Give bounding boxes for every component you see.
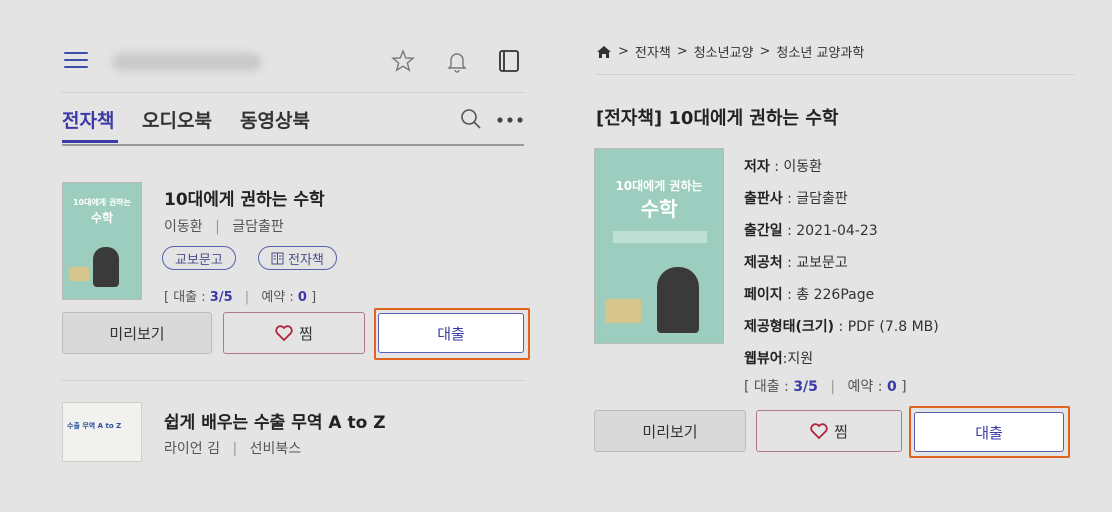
format-badge: 전자책 (258, 246, 337, 270)
preview-button[interactable]: 미리보기 (594, 410, 746, 452)
book-cover-large: 10대에게 권하는 수학 (594, 148, 724, 344)
info-publisher: 출판사 : 글담출판 (744, 191, 848, 207)
cover-object (69, 267, 89, 281)
loan-status: [ 대출 : 3/5 | 예약 : 0 ] (164, 290, 317, 305)
provider-badge: 교보문고 (162, 246, 236, 270)
book-author: 이동환 (164, 219, 203, 235)
search-icon[interactable] (460, 108, 482, 130)
hamburger-icon[interactable] (64, 50, 88, 70)
book-detail-title: [전자책] 10대에게 권하는 수학 (596, 108, 839, 129)
top-bar (46, 40, 534, 86)
meta-separator: | (215, 219, 220, 235)
book-detail-panel: > 전자책 > 청소년교양 > 청소년 교양과학 [전자책] 10대에게 권하는… (578, 0, 1078, 512)
info-pubdate: 출간일 : 2021-04-23 (744, 223, 878, 239)
meta-separator: | (232, 441, 238, 457)
book-icon[interactable] (496, 48, 522, 74)
star-icon[interactable] (390, 48, 416, 74)
preview-button[interactable]: 미리보기 (62, 312, 212, 354)
cover-figure (657, 267, 699, 333)
more-icon[interactable] (496, 116, 524, 124)
breadcrumb-divider (596, 74, 1074, 75)
info-format: 제공형태(크기) : PDF (7.8 MB) (744, 319, 939, 335)
book-title[interactable]: 쉽게 배우는 수출 무역 A to Z (164, 408, 386, 433)
loan-button-highlight (374, 308, 530, 360)
wish-label: 찜 (299, 324, 313, 343)
blurred-library-name (112, 53, 262, 71)
home-icon[interactable] (596, 45, 612, 59)
tab-audiobook[interactable]: 오디오북 (142, 106, 212, 133)
book-cover[interactable]: 수출 무역 A to Z (62, 402, 142, 462)
book-cover[interactable]: 10대에게 권하는 수학 (62, 182, 142, 300)
heart-icon (810, 423, 828, 439)
active-tab-indicator (62, 140, 118, 143)
heart-icon (275, 325, 293, 341)
info-pages: 페이지 : 총 226Page (744, 287, 875, 303)
book-author-publisher: 라이언 김 | 선비북스 (164, 438, 301, 458)
reserve-label: 예약 : (261, 290, 298, 305)
breadcrumb-item[interactable]: 전자책 (635, 42, 671, 61)
cover-title: 수출 무역 A to Z (67, 422, 122, 430)
wish-button[interactable]: 찜 (223, 312, 365, 354)
book-author: 라이언 김 (164, 441, 220, 457)
bell-icon[interactable] (444, 48, 470, 74)
loan-status: [ 대출 : 3/5 | 예약 : 0 ] (744, 379, 907, 395)
mobile-list-panel: 전자책 오디오북 동영상북 10대에게 권하는 수학 10대에게 권하는 수학 … (46, 0, 546, 512)
cover-title-line2: 수학 (640, 197, 678, 221)
media-tabs: 전자책 오디오북 동영상북 (46, 96, 534, 146)
format-label: 전자책 (288, 252, 324, 268)
loan-label: 대출 : (173, 290, 210, 305)
breadcrumb-item[interactable]: 청소년 교양과학 (776, 42, 864, 61)
book-title[interactable]: 10대에게 권하는 수학 (164, 185, 325, 210)
cover-object (605, 299, 641, 323)
reserve-label: 예약 : (847, 379, 887, 395)
cover-title-line2: 수학 (90, 211, 114, 225)
info-provider: 제공처 : 교보문고 (744, 255, 848, 271)
loan-count: 3/5 (793, 379, 818, 395)
info-webviewer: 웹뷰어:지원 (744, 351, 814, 367)
book-author-publisher: 이동환 | 글담출판 (164, 216, 284, 236)
tab-ebook[interactable]: 전자책 (62, 106, 114, 133)
book-publisher: 글담출판 (232, 219, 284, 235)
cover-figure (93, 247, 119, 287)
loan-button-highlight (909, 406, 1070, 458)
book-publisher: 선비북스 (249, 441, 302, 457)
wish-label: 찜 (834, 422, 848, 441)
wish-button[interactable]: 찜 (756, 410, 902, 452)
loan-label: 대출 : (753, 379, 794, 395)
item-divider (62, 380, 524, 381)
info-author: 저자 : 이동환 (744, 159, 823, 175)
cover-title-line1: 10대에게 권하는 (615, 179, 703, 193)
reserve-count: 0 (297, 290, 307, 305)
cover-description (613, 231, 707, 243)
cover-title-line1: 10대에게 권하는 (72, 198, 132, 207)
tabs-baseline (62, 144, 524, 146)
ebook-icon (271, 252, 284, 264)
provider-label: 교보문고 (175, 252, 223, 268)
breadcrumb: > 전자책 > 청소년교양 > 청소년 교양과학 (596, 42, 864, 61)
loan-count: 3/5 (209, 290, 233, 305)
tab-videobook[interactable]: 동영상북 (240, 106, 310, 133)
top-divider (62, 92, 524, 93)
breadcrumb-item[interactable]: 청소년교양 (694, 42, 754, 61)
reserve-count: 0 (886, 379, 897, 395)
